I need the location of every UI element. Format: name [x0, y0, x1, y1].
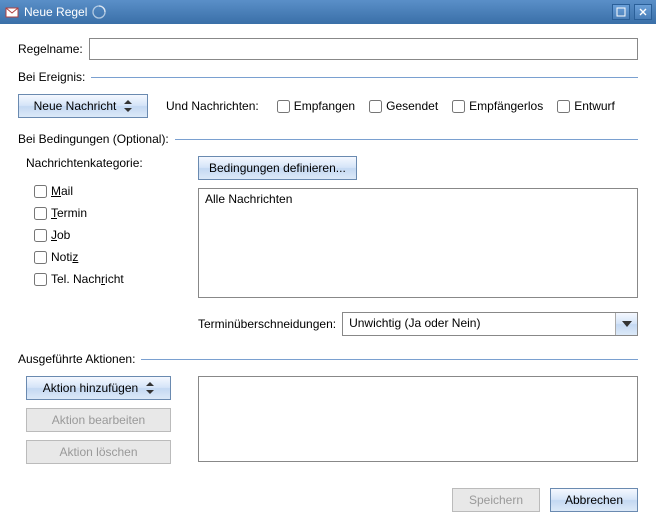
- edit-action-button: Aktion bearbeiten: [26, 408, 171, 432]
- swirl-icon: [91, 4, 107, 20]
- divider: [175, 139, 638, 140]
- footer: Speichern Abbrechen: [0, 488, 656, 526]
- actions-body: Aktion hinzufügen Aktion bearbeiten Akti…: [18, 376, 638, 464]
- actions-header-label: Ausgeführte Aktionen:: [18, 352, 135, 366]
- conditions-section-header: Bei Bedingungen (Optional):: [18, 132, 638, 146]
- dialog-content: Regelname: Bei Ereignis: Neue Nachricht …: [0, 24, 656, 488]
- rulename-row: Regelname:: [18, 38, 638, 60]
- conditions-body: Nachrichtenkategorie: Mail Termin Job No…: [18, 156, 638, 346]
- check-received[interactable]: Empfangen: [277, 99, 355, 113]
- category-job[interactable]: Job: [34, 228, 186, 242]
- category-column: Nachrichtenkategorie: Mail Termin Job No…: [26, 156, 186, 294]
- category-label: Nachrichtenkategorie:: [26, 156, 186, 170]
- conditions-right: Bedingungen definieren... Alle Nachricht…: [198, 156, 638, 346]
- divider: [91, 77, 638, 78]
- delete-action-button: Aktion löschen: [26, 440, 171, 464]
- category-tel[interactable]: Tel. Nachricht: [34, 272, 186, 286]
- conditions-listbox[interactable]: Alle Nachrichten: [198, 188, 638, 298]
- check-draft[interactable]: Entwurf: [557, 99, 615, 113]
- cancel-button[interactable]: Abbrechen: [550, 488, 638, 512]
- app-icon: [4, 4, 20, 20]
- overlap-label: Terminüberschneidungen:: [198, 317, 336, 331]
- overlap-select[interactable]: Unwichtig (Ja oder Nein): [342, 312, 638, 336]
- and-messages-label: Und Nachrichten:: [166, 99, 259, 113]
- conditions-header-label: Bei Bedingungen (Optional):: [18, 132, 169, 146]
- actions-listbox[interactable]: [198, 376, 638, 462]
- window-title: Neue Regel: [24, 5, 87, 19]
- rulename-label: Regelname:: [18, 42, 83, 56]
- event-section-header: Bei Ereignis:: [18, 70, 638, 84]
- check-sent[interactable]: Gesendet: [369, 99, 438, 113]
- category-termin[interactable]: Termin: [34, 206, 186, 220]
- minimize-button[interactable]: [612, 4, 630, 20]
- titlebar: Neue Regel: [0, 0, 656, 24]
- list-item[interactable]: Alle Nachrichten: [205, 192, 631, 206]
- event-row: Neue Nachricht Und Nachrichten: Empfange…: [18, 94, 638, 118]
- event-type-dropdown[interactable]: Neue Nachricht: [18, 94, 148, 118]
- overlap-row: Terminüberschneidungen: Unwichtig (Ja od…: [198, 312, 638, 336]
- overlap-value: Unwichtig (Ja oder Nein): [343, 313, 615, 335]
- event-type-label: Neue Nachricht: [34, 99, 117, 113]
- event-checks: Empfangen Gesendet Empfängerlos Entwurf: [277, 99, 615, 113]
- add-action-button[interactable]: Aktion hinzufügen: [26, 376, 171, 400]
- divider: [141, 359, 638, 360]
- rulename-input[interactable]: [89, 38, 638, 60]
- check-recipientless[interactable]: Empfängerlos: [452, 99, 543, 113]
- category-notiz[interactable]: Notiz: [34, 250, 186, 264]
- actions-section-header: Ausgeführte Aktionen:: [18, 352, 638, 366]
- chevron-down-icon: [615, 313, 637, 335]
- save-button: Speichern: [452, 488, 540, 512]
- actions-button-column: Aktion hinzufügen Aktion bearbeiten Akti…: [26, 376, 186, 464]
- close-button[interactable]: [634, 4, 652, 20]
- category-mail[interactable]: Mail: [34, 184, 186, 198]
- event-header-label: Bei Ereignis:: [18, 70, 85, 84]
- updown-icon: [124, 100, 132, 112]
- updown-icon: [146, 382, 154, 394]
- define-conditions-button[interactable]: Bedingungen definieren...: [198, 156, 357, 180]
